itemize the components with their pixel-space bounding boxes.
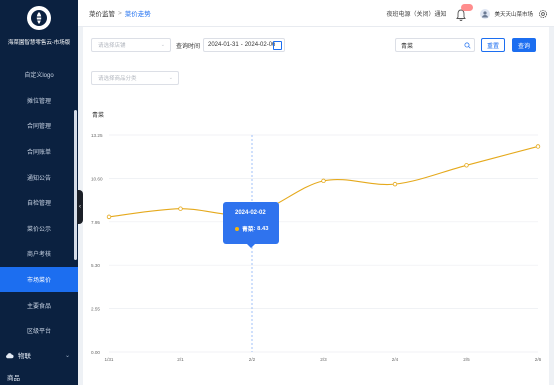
breadcrumb: 菜价监管 > 菜价走势	[89, 8, 151, 19]
sidebar-item-custom-logo[interactable]: 自定义logo	[0, 62, 78, 88]
tooltip-series-dot	[235, 226, 239, 231]
x-tick-label: 2/4	[392, 357, 399, 362]
y-tick-label: 7.95	[91, 220, 100, 225]
data-point	[392, 181, 398, 187]
top-header: 菜价监管 > 菜价走势 夜班电源（关闭）通知 美天天山菜市场	[78, 0, 554, 27]
main-content: 请选择店铺 ⌄ 查询时间 2024-01-31 - 2024-02-06 青菜 …	[83, 27, 549, 385]
sidebar-group2-label: 商品	[7, 374, 20, 382]
category-select-placeholder: 请选择商品分类	[98, 76, 137, 82]
sidebar-group-label: 物联	[18, 353, 31, 360]
x-tick-label: 1/31	[105, 357, 114, 362]
sidebar-item-price-publicity[interactable]: 菜价公示	[0, 216, 78, 242]
sidebar-item-contract[interactable]: 合同管理	[0, 113, 78, 139]
chart-area: 青菜 0.00 2.55 5.30 7.95 10.60 13.25 1/31 2/1 2/2 2…	[83, 102, 549, 385]
market-select-placeholder: 请选择店铺	[98, 43, 126, 49]
tooltip-date: 2024-02-02	[235, 210, 266, 216]
x-tick-label: 2/2	[249, 357, 256, 362]
y-tick-label: 5.30	[91, 263, 100, 268]
tooltip-row: 青菜 : 8.43	[235, 224, 279, 233]
username[interactable]: 美天天山菜市场	[494, 10, 533, 18]
sidebar-group-goods[interactable]: 商品	[0, 368, 78, 385]
app: 海菜園智慧零售云-市场版 自定义logo 摊位管理 合同管理 合同账单 通知公告…	[0, 0, 554, 385]
data-point	[106, 214, 112, 220]
data-point	[464, 163, 469, 168]
tooltip-series-name: 青菜	[242, 227, 254, 233]
bell-icon[interactable]	[456, 3, 474, 21]
sidebar-item-stall[interactable]: 摊位管理	[0, 88, 78, 114]
filter-bar: 请选择店铺 ⌄ 查询时间 2024-01-31 - 2024-02-06 青菜 …	[83, 27, 549, 102]
y-tick-label: 13.25	[91, 133, 103, 138]
brand-title: 海菜園智慧零售云-市场版	[7, 40, 71, 46]
query-button[interactable]: 查询	[512, 38, 536, 52]
cloud-icon	[6, 352, 14, 358]
x-tick-label: 2/6	[535, 357, 542, 362]
header-right: 夜班电源（关闭）通知 美天天山菜市场	[386, 0, 548, 27]
gear-icon[interactable]	[538, 9, 548, 19]
search-input-value: 青菜	[401, 43, 414, 50]
avatar[interactable]	[480, 8, 491, 19]
chevron-down-icon: ⌄	[64, 352, 70, 359]
breadcrumb-separator: >	[118, 9, 122, 17]
chevron-down-icon: ⌄	[160, 42, 165, 48]
x-tick-label: 2/1	[177, 357, 184, 362]
calendar-icon[interactable]	[273, 41, 282, 50]
sidebar-item-district-platform[interactable]: 区级平台	[0, 318, 78, 344]
y-tick-label: 2.55	[91, 307, 100, 312]
chart-tooltip: 2024-02-02 青菜 : 8.43	[223, 202, 279, 248]
hotline-notice[interactable]: 夜班电源（关闭）通知	[386, 9, 446, 18]
date-range-picker[interactable]: 2024-01-31 - 2024-02-06	[203, 38, 285, 52]
data-point	[535, 144, 541, 149]
x-tick-label: 2/5	[463, 357, 470, 362]
query-time-label: 查询时间	[176, 44, 201, 50]
market-select[interactable]: 请选择店铺 ⌄	[91, 38, 171, 52]
tooltip-value: 8.43	[257, 225, 269, 232]
sidebar-scrollbar[interactable]	[74, 110, 77, 260]
line-chart[interactable]: 0.00 2.55 5.30 7.95 10.60 13.25 1/31 2/1 2/2 2/3 2…	[83, 102, 549, 385]
x-tick-label: 2/3	[320, 357, 327, 362]
notification-badge	[461, 3, 474, 11]
category-select[interactable]: 请选择商品分类 ⌄	[91, 71, 179, 85]
reset-button[interactable]: 重置	[481, 38, 505, 52]
sidebar: 海菜園智慧零售云-市场版 自定义logo 摊位管理 合同管理 合同账单 通知公告…	[0, 0, 78, 385]
sidebar-item-main-food[interactable]: 主要食品	[0, 292, 78, 318]
y-tick-label: 0.00	[91, 350, 100, 355]
chevron-down-icon: ⌄	[168, 75, 173, 81]
brand: 海菜園智慧零售云-市场版	[0, 0, 78, 62]
data-point	[321, 178, 326, 184]
data-point	[178, 206, 183, 211]
date-separator: -	[240, 42, 243, 48]
y-tick-label: 10.60	[91, 176, 103, 181]
brand-logo-icon	[27, 6, 51, 30]
breadcrumb-parent[interactable]: 菜价监管	[89, 8, 115, 18]
search-input[interactable]: 青菜	[395, 38, 475, 52]
sidebar-group-iot[interactable]: 物联 ⌄	[0, 344, 78, 366]
search-icon[interactable]	[464, 42, 471, 49]
sidebar-item-contract-bill[interactable]: 合同账单	[0, 139, 78, 165]
sidebar-item-notice[interactable]: 通知公告	[0, 164, 78, 190]
sidebar-item-market-price[interactable]: 市场菜价	[0, 266, 78, 293]
tooltip-arrow	[247, 244, 255, 248]
date-end[interactable]: 2024-02-06	[245, 42, 276, 48]
date-start[interactable]: 2024-01-31	[208, 42, 239, 48]
sidebar-menu: 自定义logo 摊位管理 合同管理 合同账单 通知公告 自检管理 菜价公示 商户…	[0, 62, 78, 344]
sidebar-item-merchant-assessment[interactable]: 商户考核	[0, 241, 78, 267]
sidebar-item-self-check[interactable]: 自检管理	[0, 190, 78, 216]
breadcrumb-current: 菜价走势	[124, 11, 151, 18]
